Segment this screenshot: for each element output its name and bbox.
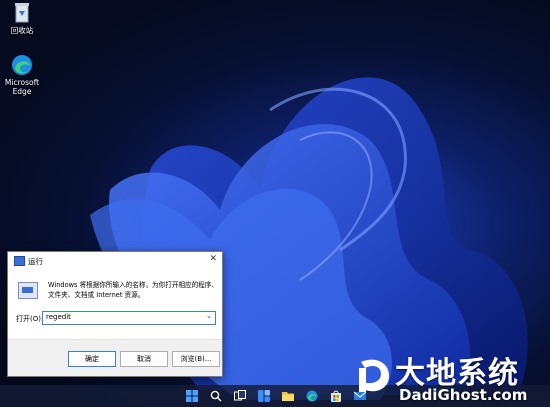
edge-icon[interactable] <box>306 390 318 402</box>
desktop-icon-label: Microsoft Edge <box>4 78 40 96</box>
file-explorer-icon[interactable] <box>282 390 294 402</box>
desktop-icon-label: 回收站 <box>10 26 34 35</box>
open-input[interactable]: regedit <box>46 313 71 321</box>
ok-button[interactable]: 确定 <box>68 351 116 367</box>
recycle-bin-icon <box>15 3 29 23</box>
desktop-icon-edge[interactable]: Microsoft Edge <box>2 54 42 96</box>
widgets-icon[interactable] <box>258 390 270 402</box>
browse-button[interactable]: 浏览(B)... <box>172 351 220 367</box>
dialog-description: Windows 将根据你所输入的名称，为你打开相应的程序、文件夹、文档或 Int… <box>48 281 218 299</box>
edge-icon <box>12 55 32 75</box>
run-icon <box>14 256 25 266</box>
dialog-footer: 确定 取消 浏览(B)... <box>8 339 222 376</box>
watermark: 大地系统 DadiGhost.com <box>355 350 550 407</box>
dialog-title-bar[interactable]: 运行 ✕ <box>8 252 222 269</box>
run-program-icon <box>18 282 38 299</box>
chevron-down-icon[interactable]: ⌄ <box>206 312 212 320</box>
close-icon[interactable]: ✕ <box>209 254 217 264</box>
desktop-icon-recycle-bin[interactable]: 回收站 <box>2 2 42 35</box>
start-icon[interactable] <box>186 390 198 402</box>
watermark-brand-en: DadiGhost.com <box>399 386 528 404</box>
dialog-title: 运行 <box>28 257 43 266</box>
open-combobox[interactable]: regedit ⌄ <box>42 311 216 325</box>
search-icon[interactable] <box>210 390 222 402</box>
task-view-icon[interactable] <box>234 390 246 402</box>
cancel-button[interactable]: 取消 <box>120 351 168 367</box>
open-label: 打开(O): <box>16 315 44 323</box>
store-icon[interactable] <box>330 390 342 402</box>
run-dialog: 运行 ✕ Windows 将根据你所输入的名称，为你打开相应的程序、文件夹、文档… <box>7 251 223 377</box>
dadi-logo-icon <box>359 359 389 392</box>
